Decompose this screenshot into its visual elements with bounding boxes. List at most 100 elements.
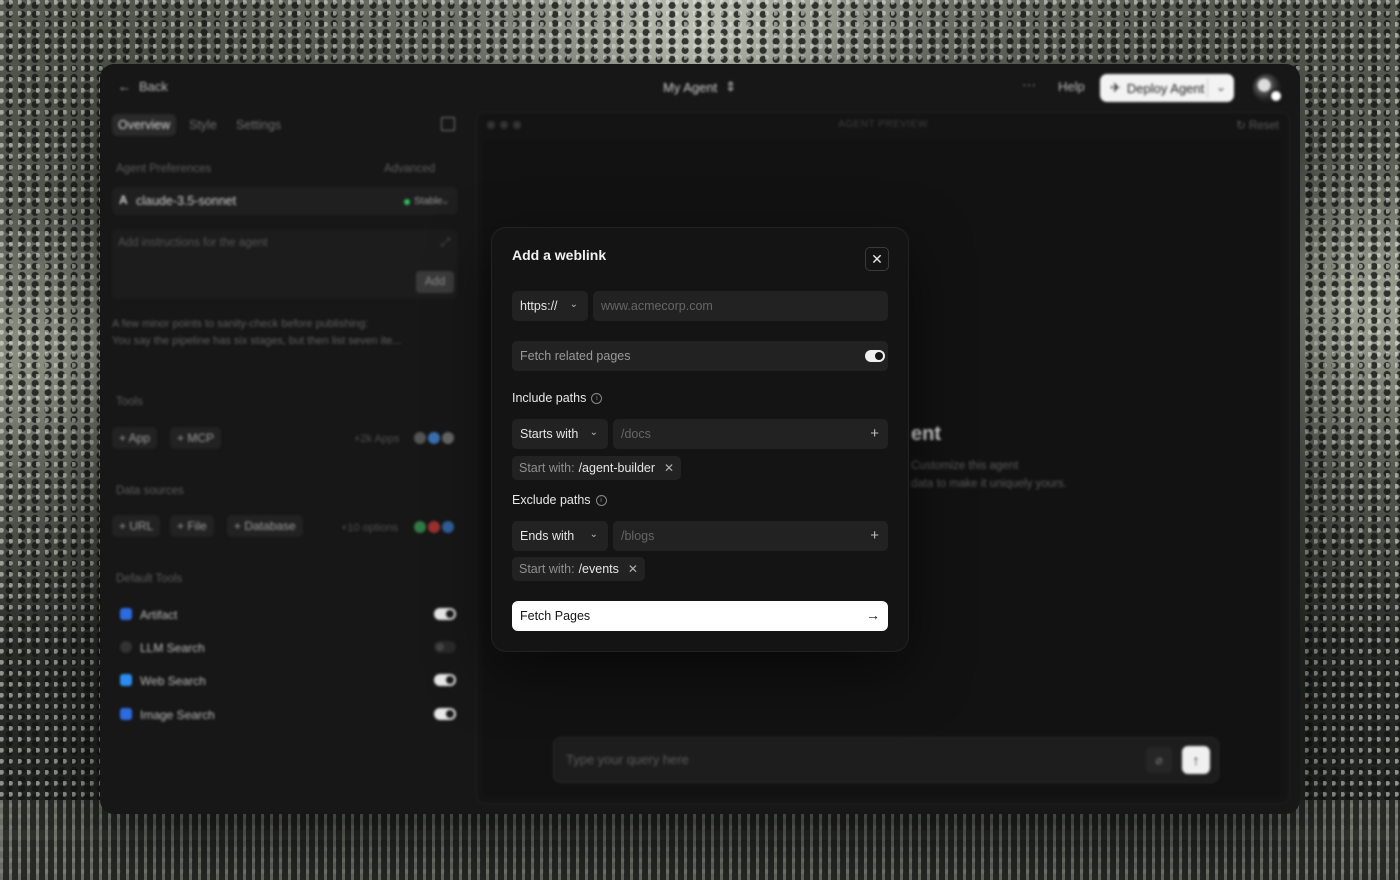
deploy-agent-button[interactable]: ✈ Deploy Agent ⌄ xyxy=(1100,74,1234,102)
note-line: A few minor points to sanity-check befor… xyxy=(112,318,369,330)
chevron-down-icon: ⌄ xyxy=(589,427,598,438)
google-icon xyxy=(428,432,440,444)
back-label: Back xyxy=(139,79,168,94)
tag-value: /agent-builder xyxy=(578,461,656,475)
exclude-paths-heading: Exclude paths i xyxy=(512,493,607,507)
preview-hero-title: ent xyxy=(911,423,941,445)
fetch-related-row: Fetch related pages xyxy=(512,341,888,371)
notion-icon xyxy=(442,432,454,444)
add-app-button[interactable]: + App xyxy=(112,427,158,449)
help-link[interactable]: Help xyxy=(1058,79,1085,94)
protocol-select[interactable]: https:// ⌄ xyxy=(512,291,588,321)
panel-tabs: Overview Style Settings xyxy=(112,114,462,138)
add-mcp-button[interactable]: + MCP xyxy=(170,427,222,449)
tool-row-web-search: Web Search xyxy=(120,671,456,691)
tool-name: Artifact xyxy=(140,608,178,622)
close-icon[interactable]: ✕ xyxy=(865,247,889,271)
info-icon[interactable]: i xyxy=(591,392,603,404)
exclude-path-input[interactable]: + xyxy=(613,521,888,551)
reset-label: Reset xyxy=(1248,120,1279,132)
tag-key: Start with: xyxy=(519,562,575,576)
include-path-input[interactable]: + xyxy=(613,419,888,449)
url-field[interactable] xyxy=(593,291,888,321)
tag-key: Start with: xyxy=(519,461,575,475)
more-menu-button[interactable]: ··· xyxy=(1022,76,1036,92)
modal-title: Add a weblink xyxy=(512,247,607,263)
tab-style[interactable]: Style xyxy=(189,114,217,136)
hero-line: data to make it uniquely yours. xyxy=(911,478,1067,490)
include-paths-label: Include paths xyxy=(512,391,587,405)
search-icon xyxy=(120,641,132,653)
options-count: +10 options xyxy=(341,522,399,534)
tool-row-image-search: Image Search xyxy=(120,705,456,725)
preview-label: AGENT PREVIEW xyxy=(838,119,928,130)
expand-icon[interactable]: ⤢ xyxy=(440,235,450,250)
avatar[interactable] xyxy=(1253,74,1283,103)
web-search-toggle[interactable] xyxy=(434,674,456,686)
hero-line: Customize this agent xyxy=(911,460,1019,472)
tool-row-llm-search: LLM Search xyxy=(120,638,456,658)
preferences-label: Agent Preferences xyxy=(116,163,212,175)
add-file-button[interactable]: + File xyxy=(170,515,214,537)
tools-label: Tools xyxy=(116,396,143,408)
exclude-paths-label: Exclude paths xyxy=(512,493,591,507)
note-line: You say the pipeline has six stages, but… xyxy=(112,335,402,347)
instructions-field[interactable]: Add instructions for the agent ⤢ Add xyxy=(112,229,458,299)
tab-settings[interactable]: Settings xyxy=(236,114,281,136)
exclude-match-value: Ends with xyxy=(520,529,575,543)
data-sources-label: Data sources xyxy=(116,485,184,497)
include-path-field[interactable] xyxy=(613,419,888,449)
url-input[interactable] xyxy=(593,291,888,321)
exclude-path-tag: Start with: /events ✕ xyxy=(512,557,645,581)
include-paths-heading: Include paths i xyxy=(512,391,603,405)
fetch-pages-button[interactable]: Fetch Pages → xyxy=(512,601,888,631)
github-icon xyxy=(414,432,426,444)
preview-titlebar: AGENT PREVIEW ↻ Reset xyxy=(477,113,1289,137)
llm-search-toggle[interactable] xyxy=(434,641,456,653)
artifact-toggle[interactable] xyxy=(434,608,456,620)
paperclip-icon[interactable]: ⌀ xyxy=(1146,747,1172,773)
query-input[interactable]: Type your query here ⌀ ↑ xyxy=(553,737,1219,783)
tool-name: Image Search xyxy=(140,708,215,722)
anthropic-icon: A xyxy=(119,193,128,207)
deploy-label: Deploy Agent xyxy=(1126,80,1205,96)
panel-layout-icon[interactable] xyxy=(441,117,455,131)
fetch-related-toggle[interactable] xyxy=(865,350,885,362)
image-icon xyxy=(120,708,132,720)
chevron-down-icon[interactable]: ⌄ xyxy=(1216,80,1226,94)
plus-icon[interactable]: + xyxy=(870,527,879,544)
send-button[interactable]: ↑ xyxy=(1182,746,1210,774)
add-url-button[interactable]: + URL xyxy=(112,515,161,537)
tool-name: Web Search xyxy=(140,674,206,688)
status-dot-icon xyxy=(404,198,410,205)
globe-icon xyxy=(120,674,132,686)
tab-overview[interactable]: Overview xyxy=(112,114,177,136)
exclude-path-field[interactable] xyxy=(613,521,888,551)
model-name: claude-3.5-sonnet xyxy=(136,194,237,208)
add-instruction-button[interactable]: Add xyxy=(416,271,454,293)
drive-icon xyxy=(442,521,454,533)
remove-tag-icon[interactable]: ✕ xyxy=(628,557,638,581)
chevron-down-icon: ⌄ xyxy=(589,529,598,540)
exclude-match-select[interactable]: Ends with ⌄ xyxy=(512,521,608,551)
include-path-tag: Start with: /agent-builder ✕ xyxy=(512,456,682,480)
model-selector[interactable]: A claude-3.5-sonnet Stable ⌄ xyxy=(112,187,458,215)
advanced-toggle[interactable]: Advanced xyxy=(384,163,435,175)
remove-tag-icon[interactable]: ✕ xyxy=(664,456,674,480)
source-icons xyxy=(414,521,454,533)
agent-title-selector[interactable]: My Agent ⇕ xyxy=(663,79,736,95)
image-search-toggle[interactable] xyxy=(434,708,456,720)
gmail-icon xyxy=(428,521,440,533)
chevron-down-icon: ⌄ xyxy=(440,195,450,207)
default-tools-label: Default Tools xyxy=(116,573,183,585)
reset-button[interactable]: ↻ Reset xyxy=(1236,118,1279,132)
include-match-select[interactable]: Starts with ⌄ xyxy=(512,419,608,449)
top-bar: ← Back My Agent ⇕ ··· Help ✈ Deploy Agen… xyxy=(100,64,1300,112)
app-icons xyxy=(414,432,454,444)
instructions-placeholder: Add instructions for the agent xyxy=(118,237,268,249)
info-icon[interactable]: i xyxy=(595,494,607,506)
back-button[interactable]: ← Back xyxy=(118,79,168,94)
plus-icon[interactable]: + xyxy=(870,425,879,442)
arrow-left-icon: ← xyxy=(118,79,131,94)
add-database-button[interactable]: + Database xyxy=(227,515,303,537)
